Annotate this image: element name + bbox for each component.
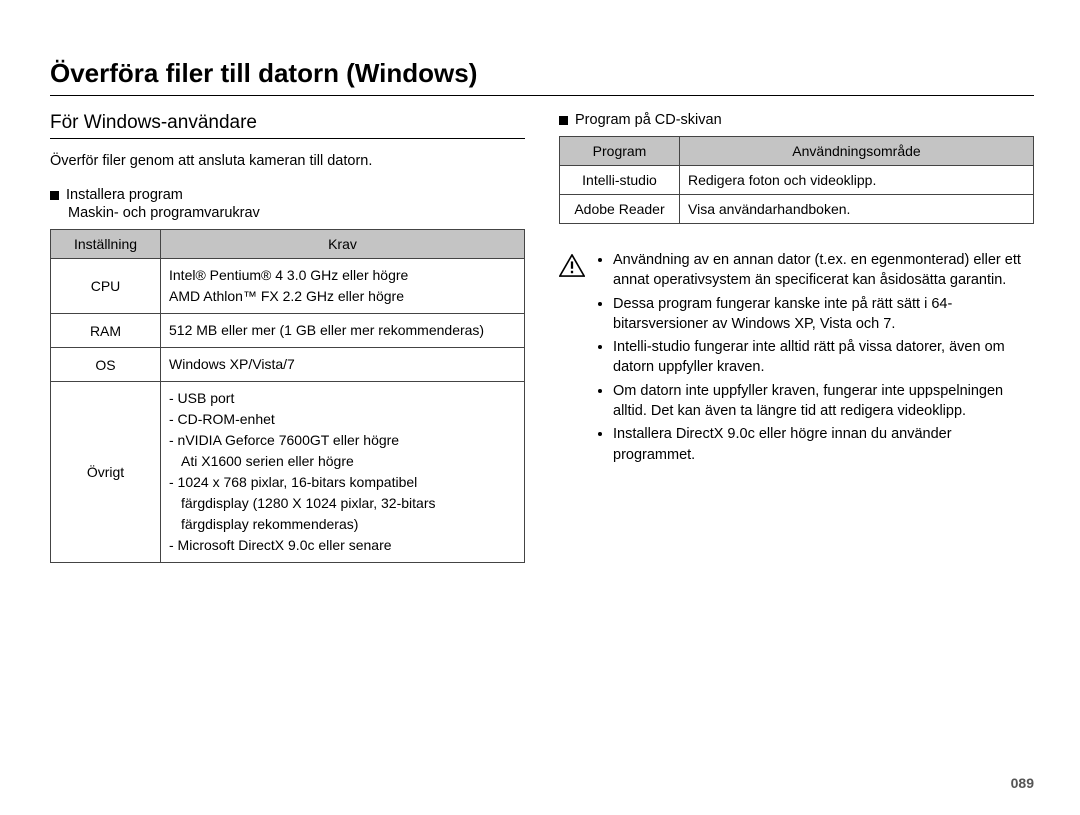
req-value: - USB port- CD-ROM-enhet- nVIDIA Geforce… (161, 382, 525, 563)
req-value: Windows XP/Vista/7 (161, 348, 525, 382)
table-row: CPUIntel® Pentium® 4 3.0 GHz eller högre… (51, 259, 525, 314)
right-column: Program på CD-skivan Program Användnings… (559, 112, 1034, 563)
table-row: RAM512 MB eller mer (1 GB eller mer reko… (51, 314, 525, 348)
req-value: 512 MB eller mer (1 GB eller mer rekomme… (161, 314, 525, 348)
warning-item: Användning av en annan dator (t.ex. en e… (613, 250, 1034, 291)
table-row: Adobe ReaderVisa användarhandboken. (560, 195, 1034, 224)
requirements-table: Inställning Krav CPUIntel® Pentium® 4 3.… (50, 229, 525, 563)
warning-triangle-icon (559, 254, 585, 277)
install-subtext: Maskin- och programvarukrav (68, 205, 525, 221)
install-heading-text: Installera program (66, 187, 183, 203)
req-label: RAM (51, 314, 161, 348)
subheading-rule (50, 138, 525, 139)
warning-box: Användning av en annan dator (t.ex. en e… (559, 250, 1034, 468)
req-header-req: Krav (161, 230, 525, 259)
table-row: Intelli-studioRedigera foton och videokl… (560, 166, 1034, 195)
table-row: OSWindows XP/Vista/7 (51, 348, 525, 382)
cd-programs-heading-text: Program på CD-skivan (575, 112, 722, 128)
two-column-layout: För Windows-användare Överför filer geno… (50, 112, 1034, 563)
warning-item: Installera DirectX 9.0c eller högre inna… (613, 424, 1034, 465)
prog-header-use: Användningsområde (680, 137, 1034, 166)
square-bullet-icon (50, 191, 59, 200)
warning-list: Användning av en annan dator (t.ex. en e… (597, 250, 1034, 468)
prog-header-name: Program (560, 137, 680, 166)
program-use: Visa användarhandboken. (680, 195, 1034, 224)
warning-item: Intelli-studio fungerar inte alltid rätt… (613, 337, 1034, 378)
cd-programs-heading: Program på CD-skivan (559, 112, 1034, 128)
install-heading: Installera program (50, 187, 525, 203)
left-column: För Windows-användare Överför filer geno… (50, 112, 525, 563)
req-label: OS (51, 348, 161, 382)
programs-table: Program Användningsområde Intelli-studio… (559, 136, 1034, 224)
program-name: Intelli-studio (560, 166, 680, 195)
req-label: Övrigt (51, 382, 161, 563)
program-use: Redigera foton och videoklipp. (680, 166, 1034, 195)
table-row: Övrigt- USB port- CD-ROM-enhet- nVIDIA G… (51, 382, 525, 563)
title-rule (50, 95, 1034, 96)
subheading-windows-users: För Windows-användare (50, 112, 525, 134)
req-label: CPU (51, 259, 161, 314)
req-value: Intel® Pentium® 4 3.0 GHz eller högreAMD… (161, 259, 525, 314)
program-name: Adobe Reader (560, 195, 680, 224)
square-bullet-icon (559, 116, 568, 125)
page-number: 089 (1011, 775, 1034, 791)
warning-item: Dessa program fungerar kanske inte på rä… (613, 294, 1034, 335)
warning-item: Om datorn inte uppfyller kraven, fungera… (613, 381, 1034, 422)
intro-text: Överför filer genom att ansluta kameran … (50, 153, 525, 169)
req-header-setting: Inställning (51, 230, 161, 259)
page-title: Överföra filer till datorn (Windows) (50, 58, 1034, 89)
